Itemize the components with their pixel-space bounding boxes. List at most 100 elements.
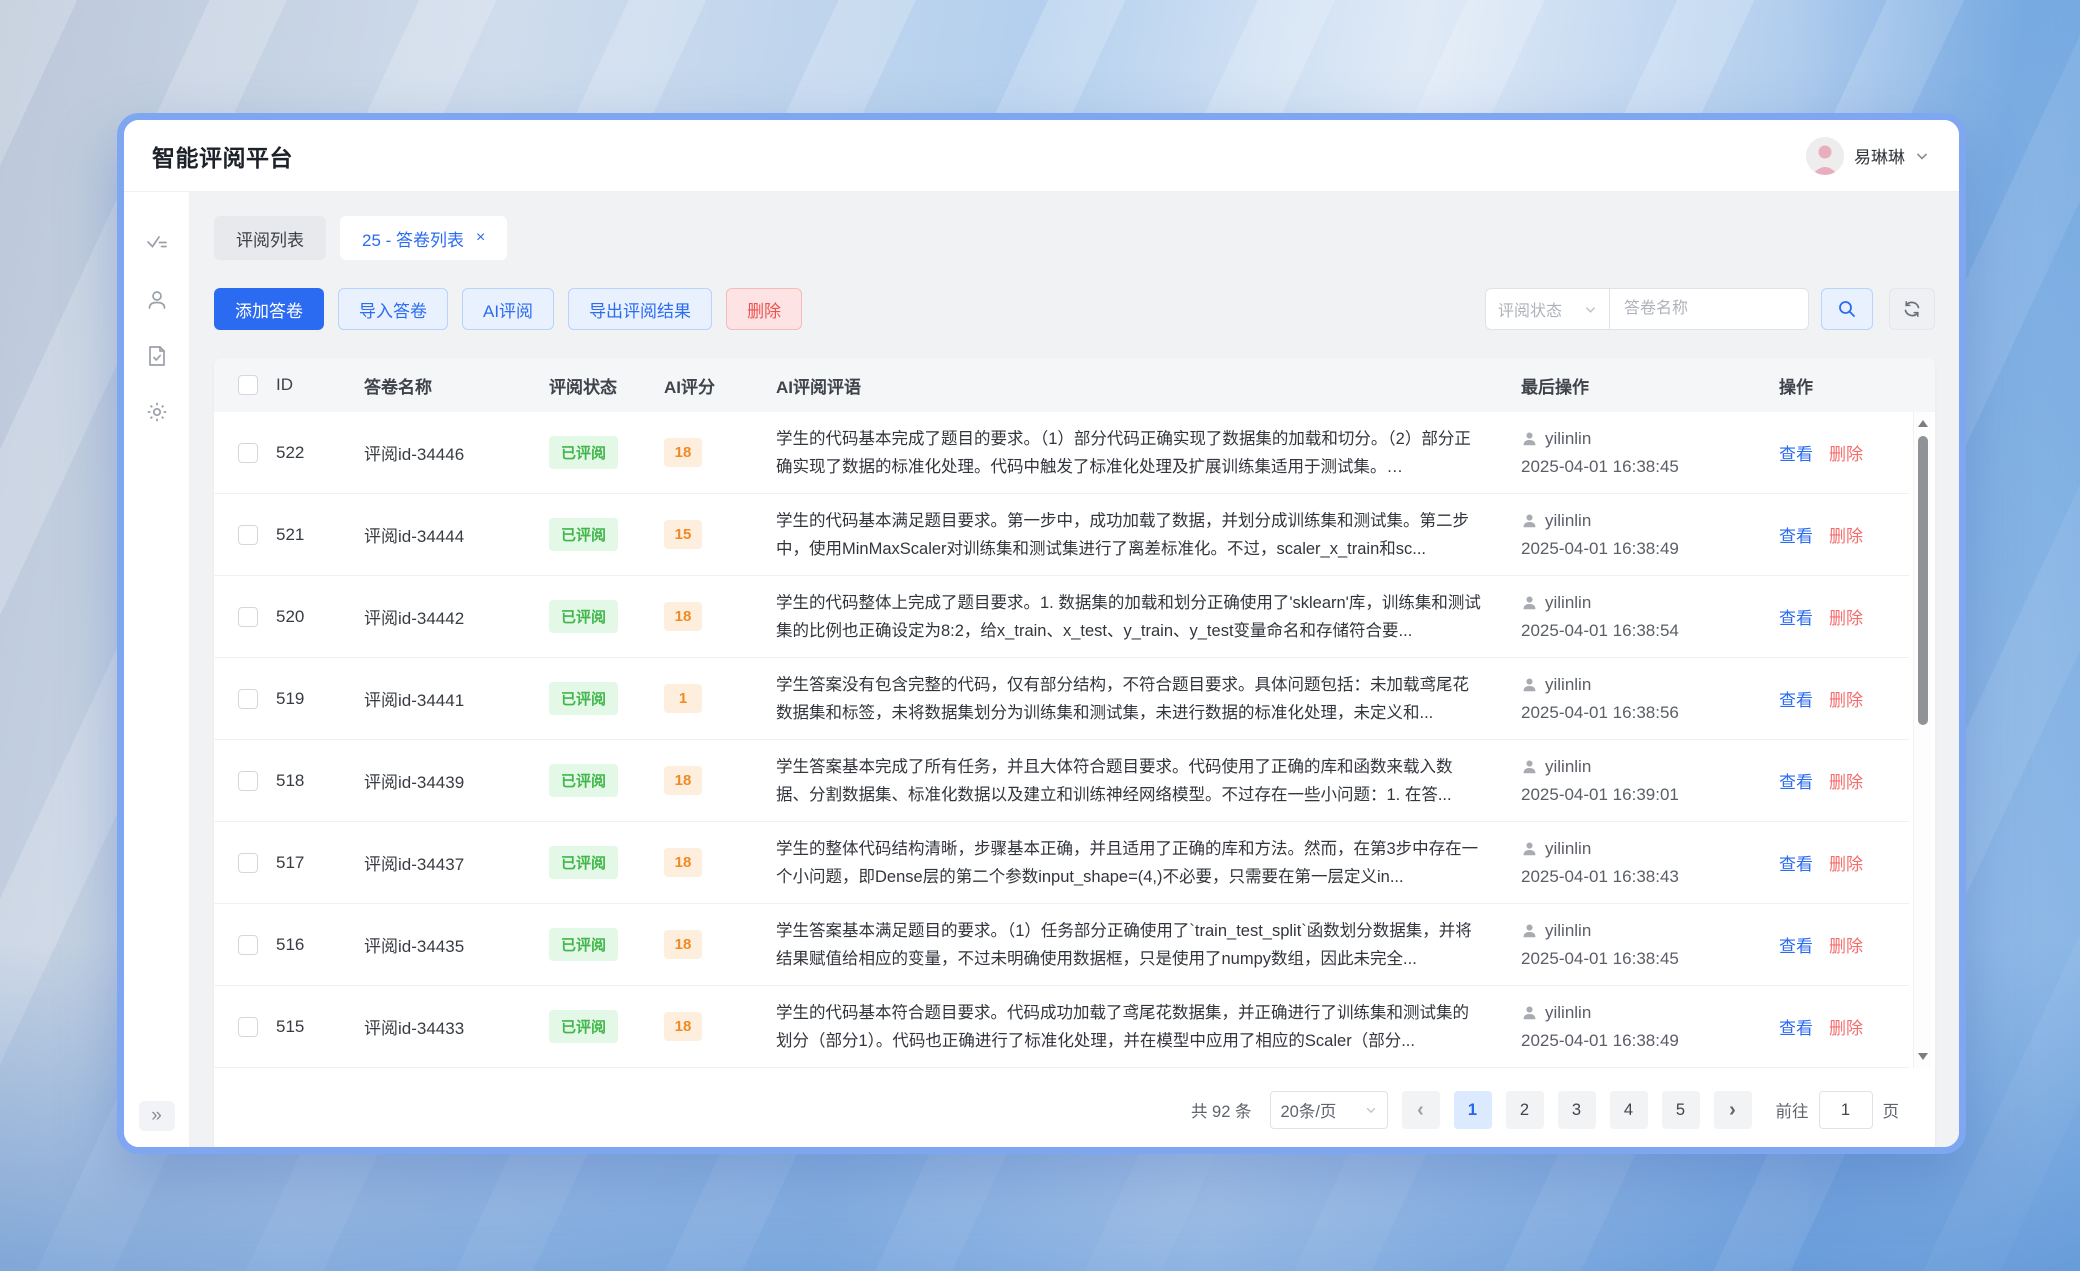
row-checkbox[interactable] (238, 853, 258, 873)
view-link[interactable]: 查看 (1779, 768, 1813, 793)
row-comment: 学生答案没有包含完整的代码，仅有部分结构，不符合题目要求。具体问题包括：未加载鸢… (776, 671, 1485, 727)
view-link[interactable]: 查看 (1779, 604, 1813, 629)
search-button[interactable] (1821, 288, 1873, 330)
row-id: 519 (276, 689, 364, 709)
view-link[interactable]: 查看 (1779, 1014, 1813, 1039)
chevron-down-icon (1915, 149, 1929, 163)
person-icon (1521, 758, 1538, 775)
row-time: 2025-04-01 16:38:54 (1521, 621, 1779, 641)
row-id: 522 (276, 443, 364, 463)
row-name: 评阅id-34441 (364, 686, 549, 711)
delete-link[interactable]: 删除 (1829, 1014, 1863, 1039)
avatar (1806, 137, 1844, 175)
app-window: 智能评阅平台 易琳琳 » (117, 113, 1966, 1154)
view-link[interactable]: 查看 (1779, 686, 1813, 711)
status-badge: 已评阅 (549, 600, 618, 633)
select-placeholder: 评阅状态 (1498, 297, 1562, 321)
close-icon[interactable]: × (476, 230, 485, 246)
delete-link[interactable]: 删除 (1829, 686, 1863, 711)
column-header-status: 评阅状态 (549, 373, 664, 398)
table-scrollbar[interactable] (1913, 412, 1931, 1068)
select-all-checkbox[interactable] (238, 375, 258, 395)
row-time: 2025-04-01 16:38:43 (1521, 867, 1779, 887)
page-button-5[interactable]: 5 (1662, 1091, 1700, 1129)
app-header: 智能评阅平台 易琳琳 (124, 120, 1959, 192)
row-checkbox[interactable] (238, 689, 258, 709)
review-checklist-icon[interactable] (145, 232, 169, 256)
row-id: 517 (276, 853, 364, 873)
delete-link[interactable]: 删除 (1829, 440, 1863, 465)
export-results-button[interactable]: 导出评阅结果 (568, 288, 712, 330)
review-status-select[interactable]: 评阅状态 (1485, 288, 1609, 330)
delete-link[interactable]: 删除 (1829, 850, 1863, 875)
row-name: 评阅id-34442 (364, 604, 549, 629)
row-checkbox[interactable] (238, 1017, 258, 1037)
import-answer-button[interactable]: 导入答卷 (338, 288, 448, 330)
prev-page-button[interactable]: ‹ (1402, 1091, 1440, 1129)
gear-icon[interactable] (145, 400, 169, 424)
row-checkbox[interactable] (238, 607, 258, 627)
sidebar-collapse-button[interactable]: » (139, 1101, 175, 1131)
refresh-icon (1902, 299, 1922, 319)
row-operator: yilinlin (1545, 839, 1591, 859)
page-size-select[interactable]: 20条/页 (1270, 1091, 1388, 1129)
page-button-3[interactable]: 3 (1558, 1091, 1596, 1129)
delete-link[interactable]: 删除 (1829, 932, 1863, 957)
tab-bar: 评阅列表 25 - 答卷列表 × (214, 216, 1935, 260)
delete-link[interactable]: 删除 (1829, 768, 1863, 793)
view-link[interactable]: 查看 (1779, 932, 1813, 957)
view-link[interactable]: 查看 (1779, 850, 1813, 875)
view-link[interactable]: 查看 (1779, 522, 1813, 547)
tab-answer-sheet-list[interactable]: 25 - 答卷列表 × (340, 216, 507, 260)
scroll-up-icon[interactable] (1918, 420, 1928, 427)
column-header-id: ID (276, 375, 364, 395)
page-button-1[interactable]: 1 (1454, 1091, 1492, 1129)
add-answer-button[interactable]: 添加答卷 (214, 288, 324, 330)
row-time: 2025-04-01 16:38:56 (1521, 703, 1779, 723)
goto-page-input[interactable] (1819, 1091, 1873, 1129)
row-checkbox[interactable] (238, 935, 258, 955)
row-operator: yilinlin (1545, 1003, 1591, 1023)
row-checkbox[interactable] (238, 443, 258, 463)
search-input[interactable] (1609, 288, 1809, 330)
person-icon (1521, 594, 1538, 611)
row-operator: yilinlin (1545, 757, 1591, 777)
status-badge: 已评阅 (549, 436, 618, 469)
refresh-button[interactable] (1889, 288, 1935, 330)
status-badge: 已评阅 (549, 1010, 618, 1043)
score-badge: 18 (664, 930, 702, 959)
user-icon[interactable] (145, 288, 169, 312)
row-checkbox[interactable] (238, 771, 258, 791)
delete-link[interactable]: 删除 (1829, 604, 1863, 629)
scroll-down-icon[interactable] (1918, 1053, 1928, 1060)
row-checkbox[interactable] (238, 525, 258, 545)
page-unit-label: 页 (1883, 1098, 1900, 1122)
score-badge: 18 (664, 766, 702, 795)
user-menu[interactable]: 易琳琳 (1806, 137, 1929, 175)
main-content: 评阅列表 25 - 答卷列表 × 添加答卷 导入答卷 AI评阅 导出评阅结果 删… (190, 192, 1959, 1147)
delete-button[interactable]: 删除 (726, 288, 802, 330)
row-comment: 学生答案基本完成了所有任务，并且大体符合题目要求。代码使用了正确的库和函数来载入… (776, 753, 1485, 809)
table-row: 517 评阅id-34437 已评阅 18 学生的整体代码结构清晰，步骤基本正确… (214, 822, 1909, 904)
status-badge: 已评阅 (549, 518, 618, 551)
row-operator: yilinlin (1545, 921, 1591, 941)
document-check-icon[interactable] (145, 344, 169, 368)
scrollbar-thumb[interactable] (1918, 436, 1928, 725)
delete-link[interactable]: 删除 (1829, 522, 1863, 547)
next-page-button[interactable]: › (1714, 1091, 1752, 1129)
row-name: 评阅id-34444 (364, 522, 549, 547)
page-button-2[interactable]: 2 (1506, 1091, 1544, 1129)
column-header-comment: AI评阅评语 (776, 373, 1521, 398)
view-link[interactable]: 查看 (1779, 440, 1813, 465)
row-comment: 学生的整体代码结构清晰，步骤基本正确，并且适用了正确的库和方法。然而，在第3步中… (776, 835, 1485, 891)
ai-review-button[interactable]: AI评阅 (462, 288, 554, 330)
person-icon (1521, 922, 1538, 939)
score-badge: 18 (664, 1012, 702, 1041)
row-name: 评阅id-34433 (364, 1014, 549, 1039)
tab-review-list[interactable]: 评阅列表 (214, 216, 326, 260)
page-button-4[interactable]: 4 (1610, 1091, 1648, 1129)
user-name: 易琳琳 (1854, 143, 1905, 168)
row-time: 2025-04-01 16:38:49 (1521, 539, 1779, 559)
chevron-down-icon (1584, 303, 1597, 316)
column-header-score: AI评分 (664, 373, 776, 398)
